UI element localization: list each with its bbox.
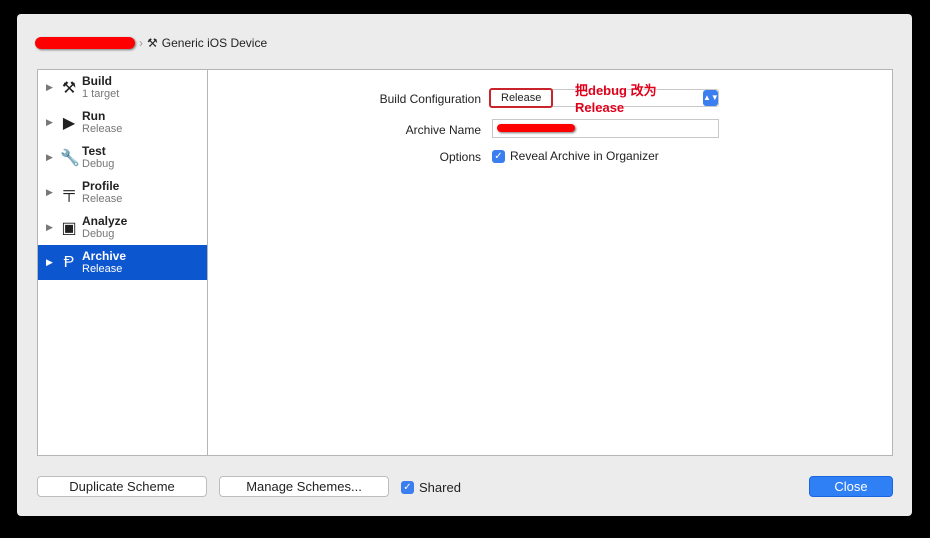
annotation-line: 把debug 改为: [575, 83, 657, 98]
wrench-icon: 🔧: [60, 149, 80, 167]
sidebar-item-run[interactable]: ▶ ▶ Run Release: [38, 105, 207, 140]
chevron-right-icon: ›: [139, 36, 143, 50]
disclosure-triangle-icon[interactable]: ▶: [46, 152, 56, 163]
sidebar-item-archive[interactable]: ▶ Ᵽ Archive Release: [38, 245, 207, 280]
disclosure-triangle-icon[interactable]: ▶: [46, 117, 56, 128]
archive-icon: Ᵽ: [63, 253, 75, 271]
hammer-icon: ⚒: [61, 79, 77, 97]
sidebar-item-profile[interactable]: ▶ ╤ Profile Release: [38, 175, 207, 210]
shared-label: Shared: [419, 480, 461, 495]
play-icon: ▶: [62, 114, 76, 132]
item-title: Build: [82, 73, 112, 88]
build-configuration-label: Build Configuration: [379, 92, 481, 106]
options-label: Options: [439, 150, 481, 164]
scheme-actions-list: ▶ ⚒ Build 1 target ▶ ▶ Run Release ▶ 🔧 Test Debug…: [37, 69, 208, 456]
hammer-icon: ⚒: [147, 36, 158, 50]
close-button[interactable]: Close: [809, 476, 893, 497]
reveal-archive-label: Reveal Archive in Organizer: [510, 149, 659, 163]
archive-name-label: Archive Name: [405, 123, 481, 137]
sidebar-item-test[interactable]: ▶ 🔧 Test Debug: [38, 140, 207, 175]
item-subtitle: 1 target: [82, 87, 120, 100]
updown-chevron-icon: ▲▼: [703, 90, 719, 106]
reveal-archive-checkbox[interactable]: ✓: [492, 149, 505, 163]
item-subtitle: Debug: [82, 157, 115, 170]
duplicate-scheme-button[interactable]: Duplicate Scheme: [37, 476, 207, 497]
shared-checkbox[interactable]: ✓: [401, 481, 414, 494]
item-title: Profile: [82, 178, 120, 193]
item-title: Archive: [82, 248, 127, 263]
device-selector[interactable]: Generic iOS Device: [162, 36, 267, 50]
disclosure-triangle-icon[interactable]: ▶: [46, 222, 56, 233]
item-title: Run: [82, 108, 106, 123]
redacted-scheme-name[interactable]: [35, 37, 135, 49]
annotation-line: Release: [575, 100, 625, 115]
manage-schemes-button[interactable]: Manage Schemes...: [219, 476, 389, 497]
item-title: Test: [82, 143, 106, 158]
sidebar-item-build[interactable]: ▶ ⚒ Build 1 target: [38, 70, 207, 105]
disclosure-triangle-icon[interactable]: ▶: [46, 187, 56, 198]
annotation: 把debug 改为 Release: [575, 82, 657, 116]
item-subtitle: Release: [82, 192, 123, 205]
sidebar-item-analyze[interactable]: ▶ ▣ Analyze Debug: [38, 210, 207, 245]
item-subtitle: Debug: [82, 227, 115, 240]
analyze-icon: ▣: [61, 219, 77, 237]
item-title: Analyze: [82, 213, 128, 228]
build-configuration-value: Release: [489, 88, 554, 108]
breadcrumb: › ⚒ Generic iOS Device: [35, 36, 267, 50]
item-subtitle: Release: [82, 262, 123, 275]
instruments-icon: ╤: [63, 183, 75, 201]
disclosure-triangle-icon[interactable]: ▶: [46, 82, 56, 93]
redacted-archive-name: [497, 124, 575, 132]
archive-name-field[interactable]: [492, 119, 719, 138]
disclosure-triangle-icon[interactable]: ▶: [46, 257, 56, 268]
item-subtitle: Release: [82, 122, 123, 135]
archive-settings-panel: Build Configuration Release ▲▼ 把debug 改为…: [207, 69, 893, 456]
scheme-editor-window: › ⚒ Generic iOS Device ▶ ⚒ Build 1 target ▶…: [17, 14, 912, 516]
